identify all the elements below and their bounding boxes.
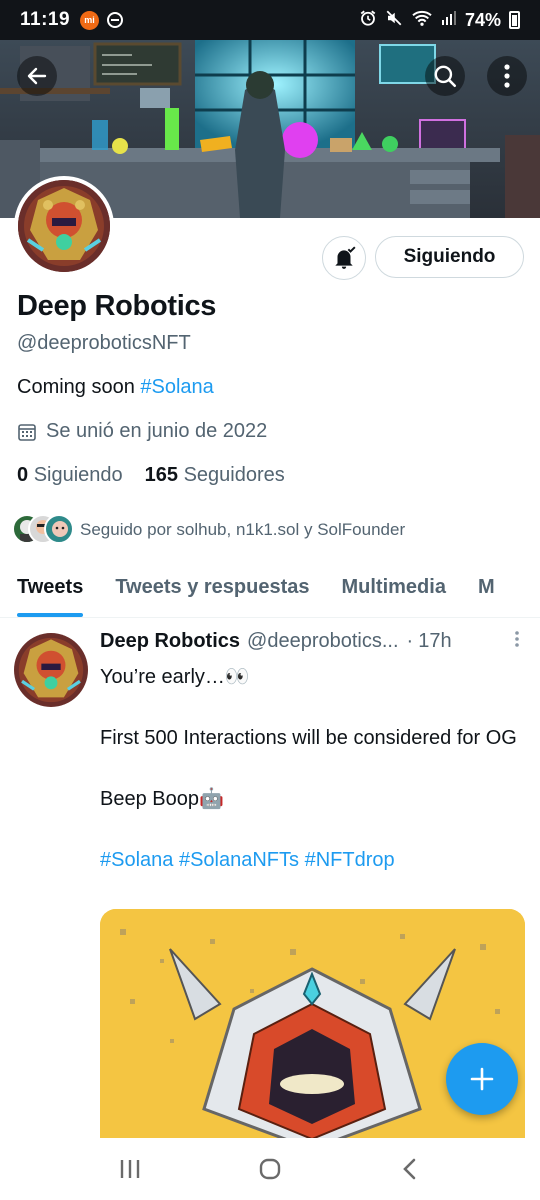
tweet-author-name[interactable]: Deep Robotics xyxy=(100,630,240,653)
profile-stats: 0 Siguiendo 165 Seguidores xyxy=(17,464,285,487)
home-icon xyxy=(259,1158,281,1180)
back-icon xyxy=(403,1158,416,1180)
tweet-line: You’re early…👀 xyxy=(100,666,250,688)
xiaomi-app-icon: mi xyxy=(80,10,100,30)
joined-date: Se unió en junio de 2022 xyxy=(17,420,267,443)
status-time: 11:19 xyxy=(20,9,71,30)
recents-button[interactable] xyxy=(100,1149,160,1189)
following-count: 0 xyxy=(17,464,29,486)
tweet-line: Beep Boop🤖 xyxy=(100,788,224,810)
tweet-more-button[interactable] xyxy=(514,630,520,653)
followed-by-text: Seguido por solhub, n1k1.sol y SolFounde… xyxy=(80,520,406,539)
follower-avatar xyxy=(44,514,74,544)
search-button[interactable] xyxy=(425,56,465,96)
recents-icon xyxy=(120,1160,140,1178)
tab-tweets[interactable]: Tweets xyxy=(17,562,84,617)
tweet-text: You’re early…👀 First 500 Interactions wi… xyxy=(100,662,525,875)
profile-tabs: Tweets Tweets y respuestas Multimedia M xyxy=(0,562,540,618)
back-nav-button[interactable] xyxy=(380,1149,440,1189)
following-button[interactable]: Siguiendo xyxy=(375,236,524,278)
joined-text: Se unió en junio de 2022 xyxy=(46,420,268,442)
followers-count: 165 xyxy=(144,464,179,486)
following-link[interactable]: 0 Siguiendo xyxy=(17,464,123,487)
tweet-hashtags[interactable]: #Solana #SolanaNFTs #NFTdrop xyxy=(100,845,525,875)
tweet-author-avatar[interactable] xyxy=(14,633,88,707)
battery-icon xyxy=(509,11,520,29)
status-bar: 11:19 mi 74% xyxy=(0,0,540,40)
followed-by-avatars xyxy=(12,514,76,546)
followers-link[interactable]: 165 Seguidores xyxy=(145,464,285,487)
dnd-icon xyxy=(107,12,124,28)
more-vertical-icon xyxy=(504,64,510,88)
profile-handle: @deeproboticsNFT xyxy=(17,332,191,354)
alarm-icon xyxy=(359,9,377,32)
tweet-time[interactable]: 17h xyxy=(418,630,451,653)
more-vertical-icon xyxy=(515,631,519,647)
tweet-header: Deep Robotics @deeprobotics... · 17h xyxy=(100,630,520,653)
profile-avatar[interactable] xyxy=(14,176,114,276)
tweet-separator-dot: · xyxy=(406,630,414,652)
system-navigation-bar xyxy=(0,1138,540,1200)
arrow-left-icon xyxy=(27,67,47,85)
profile-display-name: Deep Robotics xyxy=(17,290,217,322)
plus-icon xyxy=(470,1067,494,1091)
following-label: Siguiendo xyxy=(33,464,123,486)
home-button[interactable] xyxy=(240,1149,300,1189)
tweet-line: First 500 Interactions will be considere… xyxy=(100,727,517,749)
signal-icon xyxy=(441,10,457,31)
search-icon xyxy=(434,65,457,88)
battery-percent: 74% xyxy=(464,9,501,30)
tab-likes[interactable]: M xyxy=(478,562,495,617)
followed-by-row[interactable]: Seguido por solhub, n1k1.sol y SolFounde… xyxy=(12,514,405,546)
followers-label: Seguidores xyxy=(183,464,285,486)
calendar-icon xyxy=(18,423,36,441)
profile-bio: Coming soon #Solana xyxy=(17,376,214,399)
tab-tweets-replies[interactable]: Tweets y respuestas xyxy=(115,562,309,617)
tab-media[interactable]: Multimedia xyxy=(342,562,446,617)
notifications-button[interactable] xyxy=(322,236,366,280)
more-options-button[interactable] xyxy=(487,56,527,96)
tweet-author-handle[interactable]: @deeprobotics... xyxy=(247,630,399,653)
compose-tweet-button[interactable] xyxy=(446,1043,518,1115)
mute-icon xyxy=(385,9,403,32)
wifi-icon xyxy=(411,9,433,32)
bio-text: Coming soon xyxy=(17,376,141,398)
bio-hashtag-link[interactable]: #Solana xyxy=(140,376,213,398)
back-button[interactable] xyxy=(17,56,57,96)
bell-check-icon xyxy=(335,246,356,269)
